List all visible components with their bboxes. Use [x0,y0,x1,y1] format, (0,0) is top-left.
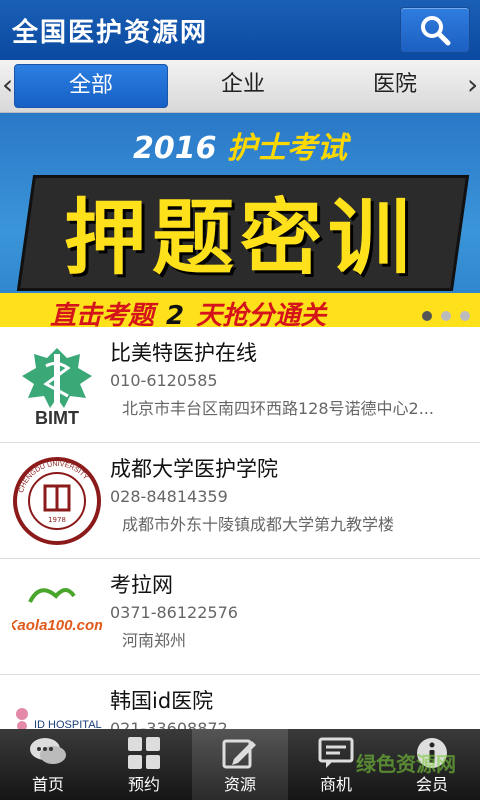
nav-label: 首页 [31,775,64,794]
logo-text: Kaola100.com [12,617,102,634]
item-address: 北京市丰台区南四环西路128号诺德中心2... [122,399,434,418]
grid-icon [128,737,160,769]
promo-banner[interactable]: 2016 护士考试 押题密训 直击考题 2 天抢分通关 [0,113,480,327]
item-name: 考拉网 [110,573,173,597]
banner-headline: 2016 护士考试 [0,123,480,167]
pager-dot[interactable] [460,311,470,321]
tab-all[interactable]: 全部 [14,64,168,108]
edit-icon [222,739,256,769]
banner-subtitle: 直击考题 2 天抢分通关 [50,295,326,327]
message-icon [318,737,354,768]
item-name: 比美特医护在线 [110,341,257,365]
search-button[interactable] [400,7,470,53]
logo-text: BIMT [35,408,79,428]
watermark: 绿色资源网 [356,752,456,776]
id-hospital-logo: ID HOSPITAL [12,688,102,729]
item-phone[interactable]: 010-6120585 [110,371,218,390]
category-tabbar: ‹ 全部 企业 医院 › [0,60,480,113]
tab-hospital[interactable]: 医院 [320,64,470,106]
item-phone[interactable]: 0371-86122576 [110,603,238,622]
resource-list: BIMT 比美特医护在线 010-6120585 北京市丰台区南四环西路128号… [0,327,480,729]
list-item[interactable]: ID HOSPITAL 韩国id医院 021-33608872 [0,675,480,729]
app-header: 全国医护资源网 [0,0,480,60]
nav-home[interactable]: 首页 [0,729,96,800]
kaola-logo: Kaola100.com [7,572,107,662]
nav-label: 资源 [223,775,256,794]
pager-dot[interactable] [421,311,432,321]
banner-sub-right: 天抢分通关 [196,301,327,327]
list-item[interactable]: BIMT 比美特医护在线 010-6120585 北京市丰台区南四环西路128号… [0,327,480,443]
list-item[interactable]: 1978 CHENGDU UNIVERSITY 成都大学医护学院 028-848… [0,443,480,559]
list-item[interactable]: Kaola100.com 考拉网 0371-86122576 河南郑州 [0,559,480,675]
item-phone[interactable]: 028-84814359 [110,487,228,506]
item-address: 成都市外东十陵镇成都大学第九教学楼 [122,515,395,534]
banner-sub-number: 2 [166,301,185,327]
pager-dot[interactable] [440,311,451,321]
nav-resources[interactable]: 资源 [192,729,288,800]
nav-label: 预约 [127,775,160,794]
svg-text:1978: 1978 [48,516,66,524]
app-title: 全国医护资源网 [12,18,209,48]
nav-appointment[interactable]: 预约 [96,729,192,800]
chevron-right-icon[interactable]: › [467,68,478,101]
search-icon [421,16,451,46]
bimt-logo: BIMT [12,340,102,430]
item-phone[interactable]: 021-33608872 [110,719,228,729]
item-name: 成都大学医护学院 [110,457,278,481]
chat-icon [30,738,66,764]
chevron-left-icon[interactable]: ‹ [2,68,13,101]
item-name: 韩国id医院 [110,689,214,713]
banner-pager [418,306,470,325]
banner-main-title: 押题密训 [63,191,416,286]
item-address: 河南郑州 [122,631,187,650]
tab-enterprise[interactable]: 企业 [168,64,318,106]
banner-year: 2016 [133,131,217,166]
logo-text: ID HOSPITAL [34,719,102,729]
chengdu-university-seal: 1978 CHENGDU UNIVERSITY [12,456,102,546]
banner-exam: 护士考试 [226,131,347,166]
banner-sub-left: 直击考题 [50,301,155,327]
